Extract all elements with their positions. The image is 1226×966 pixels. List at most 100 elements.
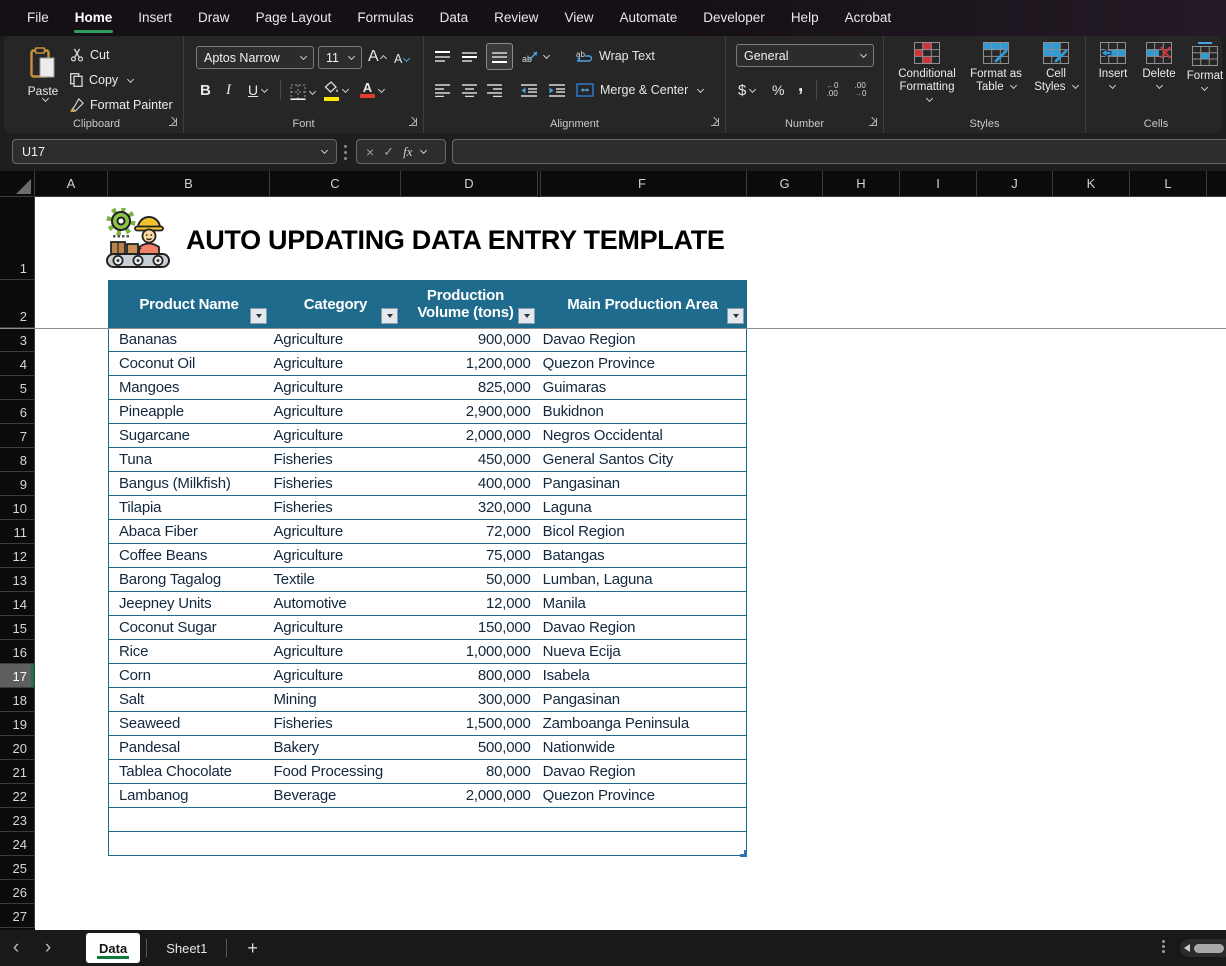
table-cell[interactable]: Bakery — [271, 736, 402, 759]
copy-button[interactable]: Copy — [70, 69, 133, 91]
table-cell[interactable]: Coconut Oil — [109, 352, 271, 375]
orientation-button[interactable]: ab — [522, 44, 549, 68]
cut-button[interactable]: Cut — [70, 44, 109, 66]
row-header-27[interactable]: 27 — [0, 904, 35, 928]
table-cell[interactable]: 12,000 — [401, 592, 538, 615]
menu-tab-developer[interactable]: Developer — [690, 0, 778, 36]
row-header-22[interactable]: 22 — [0, 784, 35, 808]
row-header-16[interactable]: 16 — [0, 640, 35, 664]
table-row[interactable]: Bangus (Milkfish)Fisheries400,000Pangasi… — [109, 472, 746, 496]
filter-button[interactable] — [381, 308, 398, 324]
table-cell[interactable]: Bananas — [109, 328, 271, 351]
table-row[interactable]: Coconut OilAgriculture1,200,000Quezon Pr… — [109, 352, 746, 376]
alignment-dialog-launcher[interactable] — [710, 117, 720, 127]
menu-tab-review[interactable]: Review — [481, 0, 551, 36]
table-row[interactable]: MangoesAgriculture825,000Guimaras — [109, 376, 746, 400]
table-cell[interactable]: Agriculture — [271, 544, 402, 567]
row-header-12[interactable]: 12 — [0, 544, 35, 568]
prev-sheet-arrow[interactable]: ‹ — [0, 933, 32, 963]
increase-decimal-button[interactable]: ←0.00 — [826, 78, 838, 102]
table-cell[interactable]: Bicol Region — [538, 520, 746, 543]
table-cell[interactable]: Agriculture — [271, 616, 402, 639]
table-row[interactable]: TilapiaFisheries320,000Laguna — [109, 496, 746, 520]
sheet-tab-data[interactable]: Data — [86, 933, 140, 963]
table-cell[interactable]: Fisheries — [271, 472, 402, 495]
formula-bar-grip[interactable] — [344, 145, 347, 148]
table-cell[interactable]: 1,200,000 — [401, 352, 538, 375]
format-cells-button[interactable]: Format — [1184, 42, 1226, 96]
table-cell[interactable]: 450,000 — [401, 448, 538, 471]
scroll-left-arrow[interactable] — [1184, 944, 1190, 952]
menu-tab-home[interactable]: Home — [62, 0, 126, 36]
filter-button[interactable] — [518, 308, 535, 324]
row-header-26[interactable]: 26 — [0, 880, 35, 904]
table-row[interactable]: PandesalBakery500,000Nationwide — [109, 736, 746, 760]
row-header-11[interactable]: 11 — [0, 520, 35, 544]
table-cell[interactable]: Salt — [109, 688, 271, 711]
table-cell[interactable]: 1,000,000 — [401, 640, 538, 663]
row-header-10[interactable]: 10 — [0, 496, 35, 520]
row-header-1[interactable]: 1 — [0, 197, 35, 280]
column-header-J[interactable]: J — [977, 171, 1053, 197]
table-cell[interactable]: 50,000 — [401, 568, 538, 591]
column-header-F[interactable]: F — [538, 171, 747, 197]
table-cell[interactable]: 150,000 — [401, 616, 538, 639]
borders-button[interactable] — [290, 80, 315, 104]
table-cell[interactable]: 500,000 — [401, 736, 538, 759]
table-cell[interactable]: Agriculture — [271, 328, 402, 351]
table-cell[interactable]: Agriculture — [271, 520, 402, 543]
row-header-8[interactable]: 8 — [0, 448, 35, 472]
insert-function-icon[interactable]: fx — [403, 144, 412, 160]
table-cell[interactable]: Negros Occidental — [538, 424, 746, 447]
row-header-17[interactable]: 17 — [0, 664, 35, 688]
menu-tab-view[interactable]: View — [551, 0, 606, 36]
column-header-C[interactable]: C — [270, 171, 401, 197]
bottom-align-button[interactable] — [486, 43, 513, 70]
column-header-G[interactable]: G — [747, 171, 823, 197]
table-cell[interactable]: Textile — [271, 568, 402, 591]
format-painter-button[interactable]: Format Painter — [70, 94, 173, 116]
row-header-7[interactable]: 7 — [0, 424, 35, 448]
select-all-corner[interactable] — [0, 171, 35, 197]
table-cell[interactable]: 1,500,000 — [401, 712, 538, 735]
menu-tab-data[interactable]: Data — [427, 0, 482, 36]
enter-icon[interactable]: ✓ — [383, 144, 394, 160]
row-header-24[interactable]: 24 — [0, 832, 35, 856]
sheet-tab-sheet1[interactable]: Sheet1 — [153, 933, 220, 963]
table-cell[interactable]: Davao Region — [538, 760, 746, 783]
percent-button[interactable]: % — [772, 78, 784, 102]
font-dialog-launcher[interactable] — [408, 117, 418, 127]
table-cell[interactable]: 320,000 — [401, 496, 538, 519]
table-cell[interactable]: Agriculture — [271, 400, 402, 423]
underline-button[interactable]: U — [248, 78, 267, 102]
table-cell[interactable]: Agriculture — [271, 424, 402, 447]
comma-button[interactable]: , — [798, 74, 803, 98]
font-color-button[interactable]: A — [360, 78, 384, 102]
table-row[interactable]: LambanogBeverage2,000,000Quezon Province — [109, 784, 746, 808]
table-cell[interactable]: Jeepney Units — [109, 592, 271, 615]
increase-indent-button[interactable] — [548, 78, 566, 102]
tabbar-grip[interactable] — [1162, 940, 1165, 943]
table-cell[interactable]: Pangasinan — [538, 472, 746, 495]
font-size-select[interactable]: 11 — [318, 46, 362, 69]
table-cell[interactable]: Tablea Chocolate — [109, 760, 271, 783]
table-cell[interactable]: Automotive — [271, 592, 402, 615]
row-header-9[interactable]: 9 — [0, 472, 35, 496]
delete-cells-button[interactable]: Delete — [1138, 42, 1180, 94]
decrease-font-button[interactable]: A — [394, 47, 409, 71]
table-cell[interactable]: Mangoes — [109, 376, 271, 399]
number-format-select[interactable]: General — [736, 44, 874, 67]
formula-input[interactable] — [452, 139, 1226, 164]
new-sheet-button[interactable]: + — [233, 933, 272, 963]
conditional-formatting-button[interactable]: Conditional Formatting — [894, 42, 960, 107]
table-cell[interactable]: Pandesal — [109, 736, 271, 759]
menu-tab-page-layout[interactable]: Page Layout — [243, 0, 345, 36]
row-header-2[interactable]: 2 — [0, 280, 35, 328]
table-row[interactable]: SeaweedFisheries1,500,000Zamboanga Penin… — [109, 712, 746, 736]
row-header-3[interactable]: 3 — [0, 328, 35, 352]
row-header-25[interactable]: 25 — [0, 856, 35, 880]
table-row[interactable]: BananasAgriculture900,000Davao Region — [109, 328, 746, 352]
table-cell[interactable]: Mining — [271, 688, 402, 711]
middle-align-button[interactable] — [461, 45, 478, 69]
table-cell[interactable]: Tilapia — [109, 496, 271, 519]
